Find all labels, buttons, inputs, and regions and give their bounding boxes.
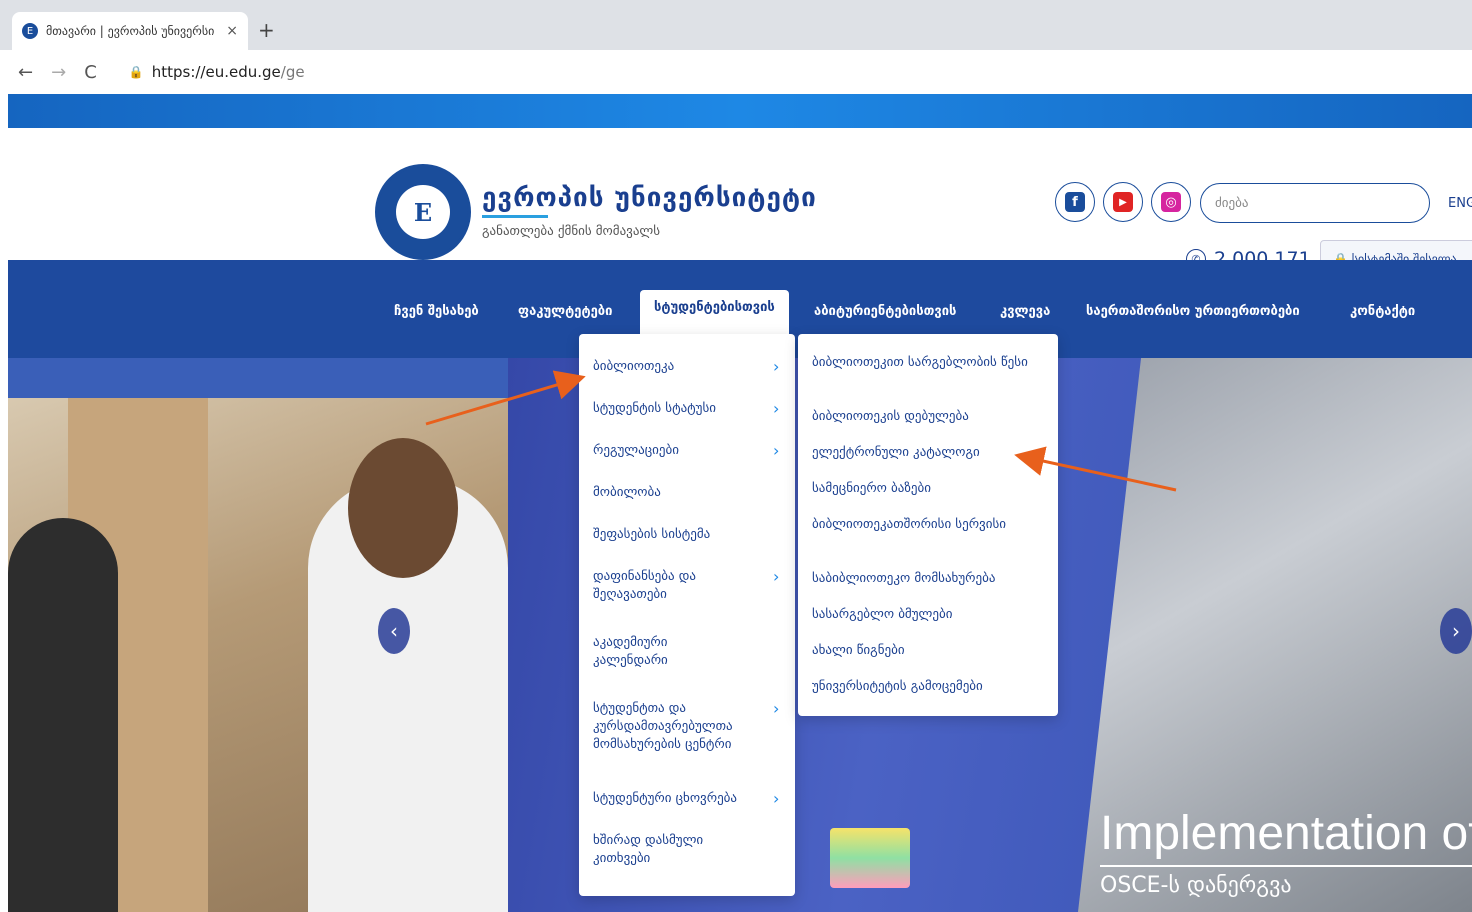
chevron-right-icon: › xyxy=(773,399,780,418)
facebook-button[interactable]: f xyxy=(1055,182,1095,222)
browser-tabbar: E მთავარი | ევროპის უნივერსი × + xyxy=(0,0,1472,50)
menu-item-student-status[interactable]: სტუდენტის სტატუსი › xyxy=(593,400,783,418)
menu-item-student-life[interactable]: სტუდენტური ცხოვრება › xyxy=(593,790,779,808)
brand-name: ევროპის უნივერსიტეტი xyxy=(482,183,817,213)
top-strip xyxy=(8,94,1472,128)
menu-item-label: სტუდენტთა და კურსდამთავრებულთა მომსახურე… xyxy=(593,701,733,752)
chevron-right-icon: › xyxy=(773,567,780,586)
slider-next-button[interactable]: › xyxy=(1440,608,1472,654)
menu-item-faq[interactable]: ხშირად დასმული კითხვები xyxy=(593,832,753,868)
menu-item-academic-calendar[interactable]: აკადემიური კალენდარი xyxy=(593,634,743,670)
search-input[interactable]: ძიება xyxy=(1200,183,1430,223)
menu-item-label: აკადემიური კალენდარი xyxy=(593,635,668,668)
lock-icon[interactable]: 🔒 xyxy=(129,65,144,79)
students-dropdown: ბიბლიოთეკა › სტუდენტის სტატუსი › რეგულაც… xyxy=(579,334,795,896)
chevron-right-icon: › xyxy=(773,357,780,376)
hero-sticky-notes xyxy=(830,828,910,888)
close-tab-icon[interactable]: × xyxy=(226,23,238,39)
browser-tab[interactable]: E მთავარი | ევროპის უნივერსი × xyxy=(12,12,248,50)
submenu-item-library-services[interactable]: საბიბლიოთეკო მომსახურება xyxy=(812,570,1042,588)
hero-caption: Implementation of OSCE-ს დანერგვა xyxy=(1100,806,1472,898)
menu-item-label: დაფინანსება და შეღავათები xyxy=(593,569,696,602)
hero-caption-divider xyxy=(1100,865,1472,867)
menu-item-label: რეგულაციები xyxy=(593,443,679,458)
youtube-button[interactable]: ▶ xyxy=(1103,182,1143,222)
menu-item-mobility[interactable]: მობილობა xyxy=(593,484,783,502)
language-switch[interactable]: ENG xyxy=(1448,196,1472,211)
chevron-right-icon: › xyxy=(773,441,780,460)
menu-item-label: ხშირად დასმული კითხვები xyxy=(593,833,704,866)
menu-item-regulations[interactable]: რეგულაციები › xyxy=(593,442,783,460)
submenu-item-library-statute[interactable]: ბიბლიოთეკის დებულება xyxy=(812,408,1042,426)
hero-caption-subtitle: OSCE-ს დანერგვა xyxy=(1100,873,1292,898)
facebook-icon: f xyxy=(1065,192,1085,212)
nav-applicants[interactable]: აბიტურიენტებისთვის xyxy=(814,304,956,319)
submenu-item-electronic-catalog[interactable]: ელექტრონული კატალოგი xyxy=(812,444,1042,462)
url-field[interactable]: https://eu.edu.ge/ge xyxy=(152,63,305,81)
university-logo[interactable]: E xyxy=(375,164,471,260)
library-submenu: ბიბლიოთეკით სარგებლობის წესი ბიბლიოთეკის… xyxy=(798,334,1058,716)
brand-tagline: განათლება ქმნის მომავალს xyxy=(482,224,661,239)
submenu-item-library-rules[interactable]: ბიბლიოთეკით სარგებლობის წესი xyxy=(812,354,1042,372)
address-bar: ← → C 🔒 https://eu.edu.ge/ge xyxy=(0,50,1472,94)
hero-caption-title: Implementation of xyxy=(1100,807,1472,860)
menu-item-funding[interactable]: დაფინანსება და შეღავათები › xyxy=(593,568,779,604)
nav-faculties[interactable]: ფაკულტეტები xyxy=(518,304,612,319)
submenu-item-university-publications[interactable]: უნივერსიტეტის გამოცემები xyxy=(812,678,1042,696)
site-favicon-icon: E xyxy=(22,23,38,39)
instagram-icon: ◎ xyxy=(1161,192,1181,212)
nav-students[interactable]: სტუდენტებისთვის xyxy=(640,290,789,335)
menu-item-student-services[interactable]: სტუდენტთა და კურსდამთავრებულთა მომსახურე… xyxy=(593,700,779,754)
slider-prev-button[interactable]: ‹ xyxy=(378,608,410,654)
submenu-item-scientific-databases[interactable]: სამეცნიერო ბაზები xyxy=(812,480,1042,498)
reload-button[interactable]: C xyxy=(84,62,97,83)
site-header: E ევროპის უნივერსიტეტი განათლება ქმნის მ… xyxy=(8,128,1472,278)
new-tab-button[interactable]: + xyxy=(258,18,275,42)
menu-item-label: შეფასების სისტემა xyxy=(593,527,711,542)
submenu-item-useful-links[interactable]: სასარგებლო ბმულები xyxy=(812,606,1042,624)
nav-about[interactable]: ჩვენ შესახებ xyxy=(394,304,479,319)
nav-research[interactable]: კვლევა xyxy=(1000,304,1050,319)
menu-item-label: სტუდენტური ცხოვრება xyxy=(593,791,738,806)
tab-title: მთავარი | ევროპის უნივერსი xyxy=(46,24,215,38)
chevron-right-icon: › xyxy=(773,699,780,718)
instagram-button[interactable]: ◎ xyxy=(1151,182,1191,222)
nav-contact[interactable]: კონტაქტი xyxy=(1350,304,1415,319)
submenu-item-new-books[interactable]: ახალი წიგნები xyxy=(812,642,1042,660)
url-path: /ge xyxy=(280,63,305,81)
menu-item-library[interactable]: ბიბლიოთეკა › xyxy=(593,358,783,376)
brand[interactable]: ევროპის უნივერსიტეტი განათლება ქმნის მომ… xyxy=(482,183,817,239)
logo-letter: E xyxy=(396,185,450,239)
menu-item-label: მობილობა xyxy=(593,485,661,500)
submenu-item-interlibrary-service[interactable]: ბიბლიოთეკათშორისი სერვისი xyxy=(812,516,1012,534)
menu-item-grading-system[interactable]: შეფასების სისტემა xyxy=(593,526,783,544)
menu-item-label: ბიბლიოთეკა xyxy=(593,359,675,374)
brand-underline xyxy=(482,215,548,218)
url-host: https://eu.edu.ge xyxy=(151,63,281,81)
back-button[interactable]: ← xyxy=(18,62,33,83)
menu-item-label: სტუდენტის სტატუსი xyxy=(593,401,716,416)
youtube-icon: ▶ xyxy=(1113,192,1133,212)
hero-person-head xyxy=(348,438,458,578)
chevron-right-icon: › xyxy=(773,789,780,808)
forward-button[interactable]: → xyxy=(51,62,66,83)
nav-international[interactable]: საერთაშორისო ურთიერთობები xyxy=(1086,304,1300,319)
hero-person-left xyxy=(8,518,118,912)
